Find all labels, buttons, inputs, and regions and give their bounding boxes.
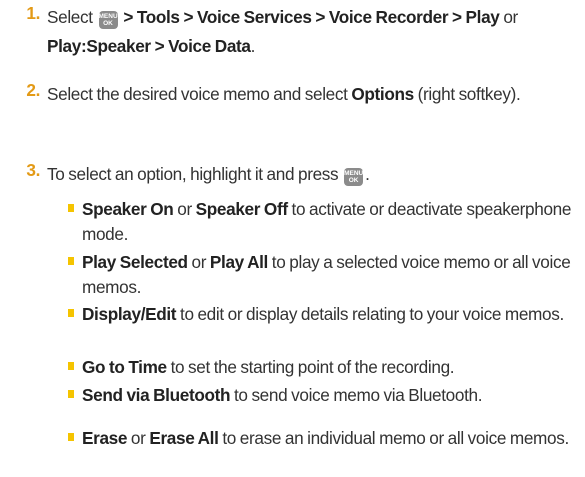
bullet-icon <box>68 204 74 212</box>
step-number: 1. <box>26 3 40 23</box>
text-run: . <box>250 36 256 56</box>
option-go-to-time: Go to Time to set the starting point of … <box>68 355 582 380</box>
bold-term: Send via Bluetooth <box>82 385 231 405</box>
option-bluetooth: Send via Bluetooth to send voice memo vi… <box>68 383 502 408</box>
option-play: Play Selected or Play All to play a sele… <box>68 250 582 299</box>
menu-ok-key-icon: MENU OK <box>344 168 363 186</box>
bold-term: Erase <box>82 428 128 448</box>
bold-term: Play:Speaker > Voice Data <box>47 36 251 56</box>
option-text: Send via Bluetooth to send voice memo vi… <box>82 383 502 408</box>
option-text: Go to Time to set the starting point of … <box>82 355 582 380</box>
text-run: or <box>173 199 196 219</box>
step-text: Select MENU OK > Tools > Voice Services >… <box>47 3 547 61</box>
bullet-icon <box>68 309 74 317</box>
option-display-edit: Display/Edit to edit or display details … <box>68 302 582 327</box>
bullet-icon <box>68 257 74 265</box>
option-speaker: Speaker On or Speaker Off to activate or… <box>68 197 582 246</box>
text-run: or <box>499 7 518 27</box>
option-text: Speaker On or Speaker Off to activate or… <box>82 197 582 246</box>
text-run: . <box>365 164 370 184</box>
text-run: (right softkey). <box>413 84 521 104</box>
key-label-top: MENU <box>98 12 118 20</box>
step-number: 3. <box>26 160 40 180</box>
text-run: to send voice memo via Bluetooth. <box>230 385 483 405</box>
option-text: Display/Edit to edit or display details … <box>82 302 582 327</box>
bold-term: Play Selected <box>82 252 188 272</box>
text-run: Select <box>47 7 97 27</box>
bold-term: Play All <box>209 252 268 272</box>
step-text: Select the desired voice memo and select… <box>47 80 567 109</box>
option-text: Erase or Erase All to erase an individua… <box>82 426 582 451</box>
key-label-bottom: OK <box>103 20 113 27</box>
bold-term: Erase All <box>149 428 219 448</box>
bold-term: Options <box>351 84 414 104</box>
bullet-icon <box>68 433 74 441</box>
bold-term: Go to Time <box>82 357 167 377</box>
menu-ok-key-icon: MENU OK <box>98 11 118 29</box>
text-run: to edit or display details relating to y… <box>176 304 564 324</box>
key-label-bottom: OK <box>348 177 359 184</box>
text-run: to erase an individual memo or all voice… <box>218 428 569 448</box>
option-text: Play Selected or Play All to play a sele… <box>82 250 582 299</box>
text-run: To select an option, highlight it and pr… <box>47 164 343 184</box>
bold-term: Display/Edit <box>82 304 177 324</box>
option-erase: Erase or Erase All to erase an individua… <box>68 426 582 451</box>
key-label-top: MENU <box>344 169 364 177</box>
bold-term: > Tools > Voice Services > Voice Recorde… <box>119 7 500 27</box>
bold-term: Speaker Off <box>195 199 288 219</box>
bold-term: Speaker On <box>82 199 174 219</box>
text-run: to set the starting point of the recordi… <box>166 357 455 377</box>
text-run: Select the desired voice memo and select <box>47 84 352 104</box>
text-run: or <box>127 428 150 448</box>
bullet-icon <box>68 390 74 398</box>
step-text: To select an option, highlight it and pr… <box>47 160 579 189</box>
step-number: 2. <box>26 80 40 100</box>
bullet-icon <box>68 362 74 370</box>
text-run: or <box>187 252 210 272</box>
